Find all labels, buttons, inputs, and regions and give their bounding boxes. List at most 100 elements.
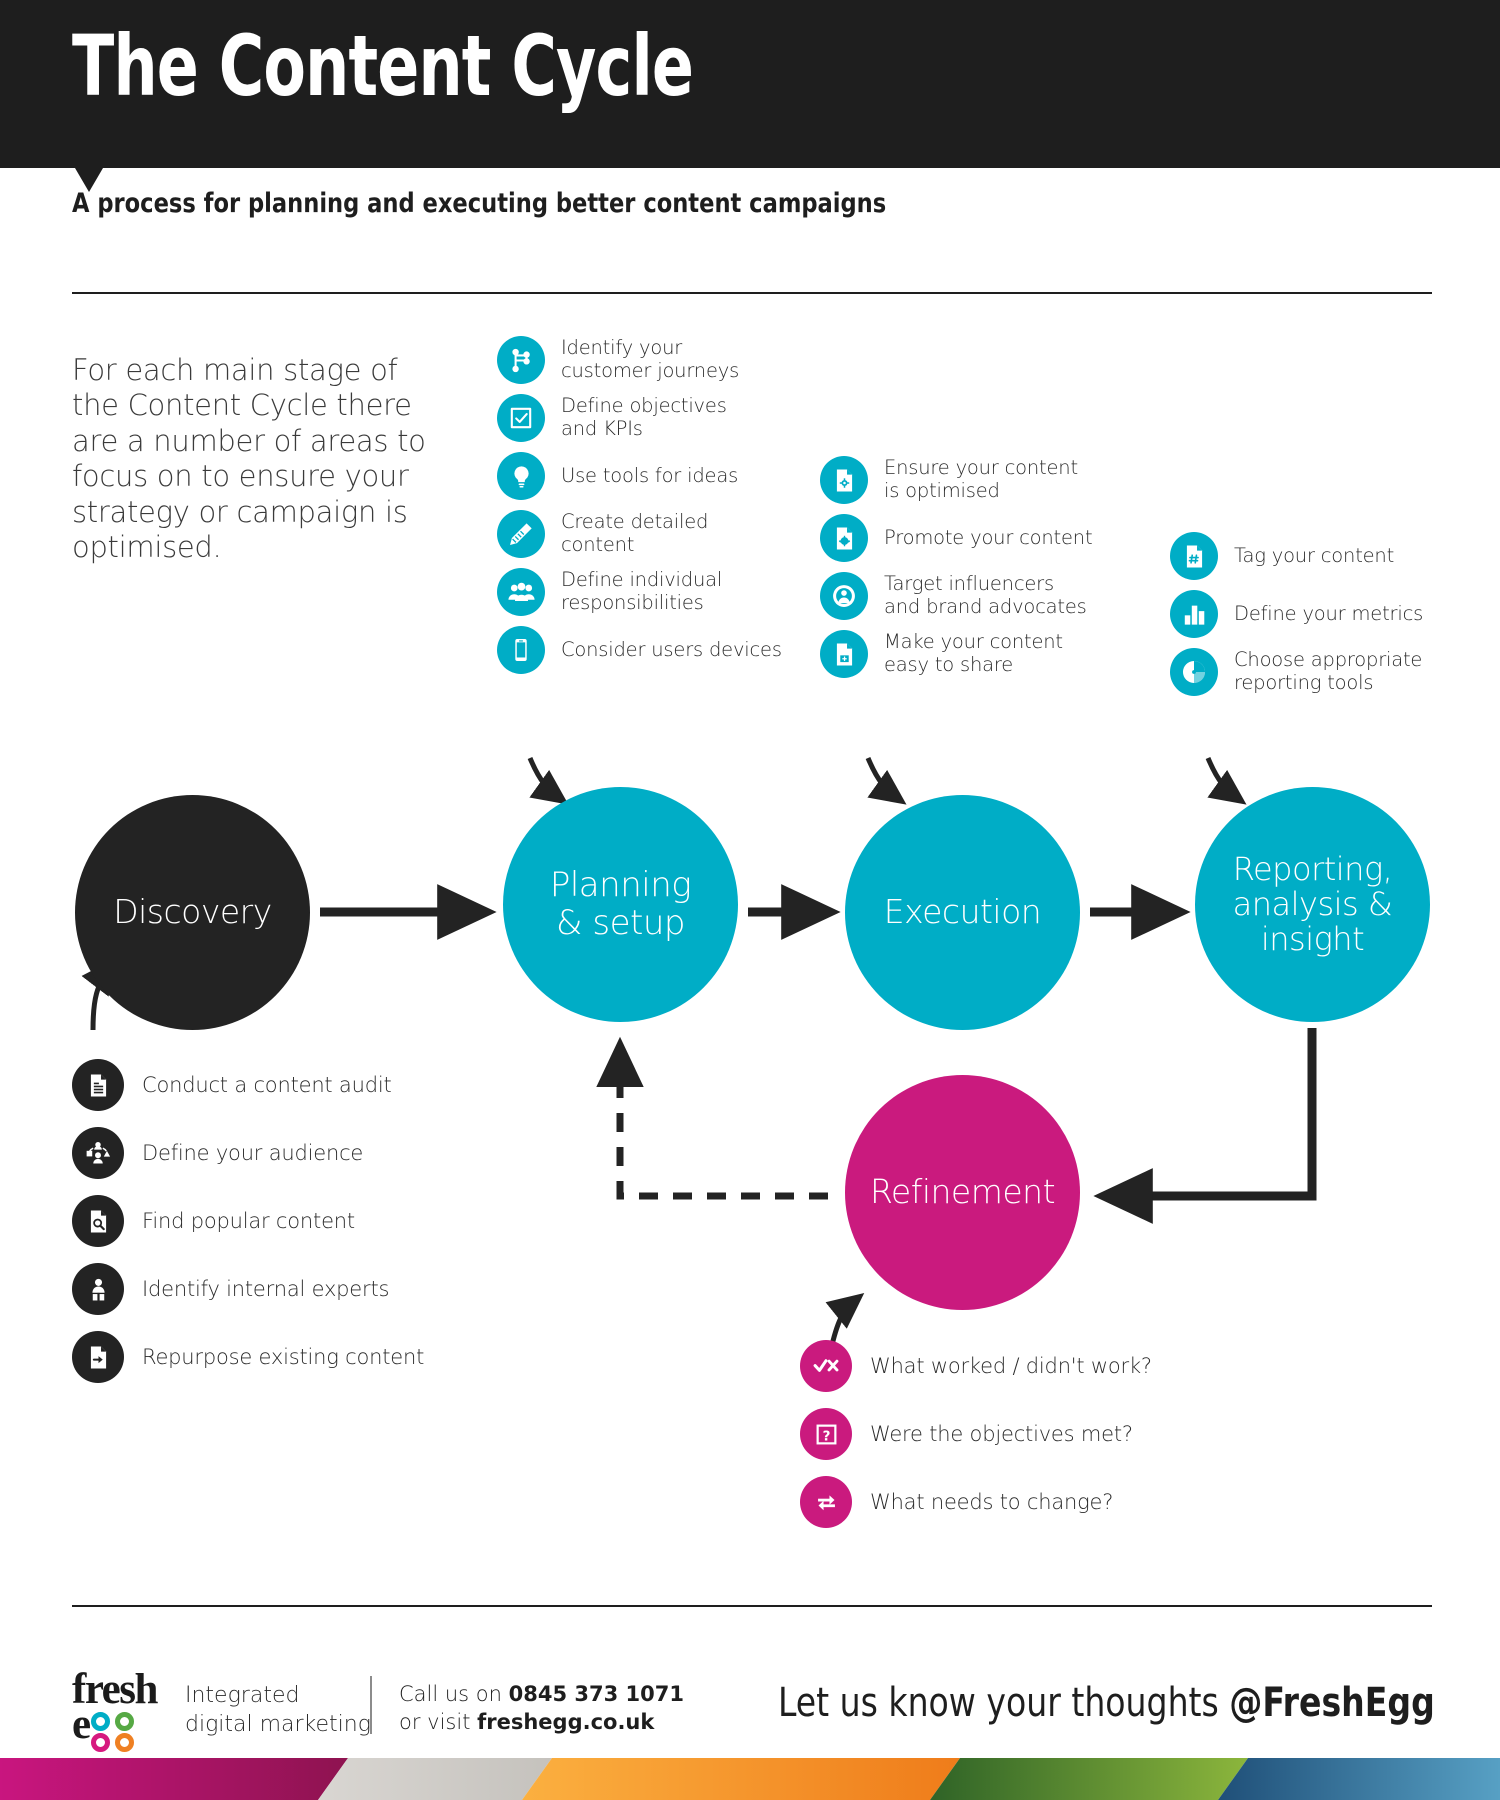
list-item-label: What worked / didn't work? bbox=[870, 1353, 1152, 1378]
pie-chart-icon bbox=[1170, 648, 1218, 696]
list-item[interactable]: Define your audience bbox=[72, 1127, 424, 1179]
footer-site-line: or visit freshegg.co.uk bbox=[399, 1708, 684, 1736]
logo-dot-green bbox=[115, 1712, 135, 1732]
list-item-label: Ensure your content is optimised bbox=[884, 456, 1078, 502]
icon-list-planning: Identify your customer journeys Define ob… bbox=[497, 336, 782, 684]
list-item-label: Define individual responsibilities bbox=[561, 568, 723, 614]
stage-circle-execution[interactable]: Execution bbox=[845, 795, 1080, 1030]
page-subtitle: A process for planning and executing bet… bbox=[72, 188, 887, 219]
logo-tagline: Integrated digital marketing bbox=[185, 1683, 371, 1737]
person-expert-icon bbox=[72, 1263, 124, 1315]
list-item-label: Repurpose existing content bbox=[142, 1344, 425, 1369]
audience-network-icon bbox=[72, 1127, 124, 1179]
list-item-label: Make your content easy to share bbox=[884, 630, 1063, 676]
icon-list-execution: Ensure your content is optimised Promote … bbox=[820, 456, 1093, 688]
checkbox-icon bbox=[497, 394, 545, 442]
list-item-label: Define objectives and KPIs bbox=[561, 394, 727, 440]
list-item[interactable]: Find popular content bbox=[72, 1195, 424, 1247]
document-search-icon bbox=[72, 1195, 124, 1247]
list-item[interactable]: Conduct a content audit bbox=[72, 1059, 424, 1111]
list-item[interactable]: Make your content easy to share bbox=[820, 630, 1092, 678]
list-item[interactable]: Consider users devices bbox=[497, 626, 782, 674]
call-us-label: Call us on bbox=[399, 1682, 509, 1706]
logo-letter-e: e bbox=[72, 1701, 91, 1749]
footer-color-bar bbox=[0, 1758, 1500, 1800]
list-item[interactable]: Tag your content bbox=[1170, 532, 1423, 580]
stage-circle-discovery[interactable]: Discovery bbox=[75, 795, 310, 1030]
list-item[interactable]: Identify internal experts bbox=[72, 1263, 424, 1315]
svg-text:?: ? bbox=[822, 1428, 830, 1444]
logo-dots bbox=[91, 1712, 137, 1753]
list-item[interactable]: Define objectives and KPIs bbox=[497, 394, 782, 442]
list-item[interactable]: What needs to change? bbox=[800, 1476, 1152, 1528]
target-person-icon bbox=[820, 572, 868, 620]
divider-top bbox=[72, 292, 1432, 294]
footer-contact: Call us on 0845 373 1071 or visit freshe… bbox=[399, 1680, 684, 1737]
document-lines-icon bbox=[72, 1059, 124, 1111]
icon-list-refinement: What worked / didn't work?? Were the obje… bbox=[800, 1340, 1152, 1544]
cta-text: Let us know your thoughts bbox=[778, 1680, 1230, 1726]
list-item-label: Promote your content bbox=[884, 525, 1093, 549]
list-item[interactable]: Use tools for ideas bbox=[497, 452, 782, 500]
question-box-icon: ? bbox=[800, 1408, 852, 1460]
footer-cta: Let us know your thoughts @FreshEgg bbox=[778, 1680, 1435, 1726]
lightbulb-icon bbox=[497, 452, 545, 500]
list-item[interactable]: Repurpose existing content bbox=[72, 1331, 424, 1383]
document-gear-icon bbox=[820, 456, 868, 504]
footer-phone-line: Call us on 0845 373 1071 bbox=[399, 1680, 684, 1708]
swap-arrows-icon bbox=[800, 1476, 852, 1528]
list-item-label: Identify internal experts bbox=[142, 1276, 390, 1301]
list-item[interactable]: Ensure your content is optimised bbox=[820, 456, 1092, 504]
phone-number[interactable]: 0845 373 1071 bbox=[509, 1682, 684, 1706]
list-item-label: Tag your content bbox=[1234, 543, 1395, 567]
mobile-device-icon bbox=[497, 626, 545, 674]
logo-dot-teal bbox=[91, 1712, 111, 1732]
stage-circle-planning[interactable]: Planning & setup bbox=[503, 787, 738, 1022]
document-hash-icon bbox=[1170, 532, 1218, 580]
list-item[interactable]: What worked / didn't work? bbox=[800, 1340, 1152, 1392]
list-item-label: Use tools for ideas bbox=[561, 463, 739, 487]
document-share-icon bbox=[820, 630, 868, 678]
list-item-label: Define your metrics bbox=[1234, 601, 1424, 625]
freshegg-logo[interactable]: fresh e bbox=[72, 1668, 158, 1753]
list-item[interactable]: Define individual responsibilities bbox=[497, 568, 782, 616]
list-item[interactable]: Identify your customer journeys bbox=[497, 336, 782, 384]
or-visit-label: or visit bbox=[399, 1710, 478, 1735]
people-group-icon bbox=[497, 568, 545, 616]
icon-list-discovery: Conduct a content audit Define your audie… bbox=[72, 1059, 424, 1399]
stage-circle-refinement[interactable]: Refinement bbox=[845, 1075, 1080, 1310]
list-item-label: Create detailed content bbox=[561, 510, 709, 556]
website-link[interactable]: freshegg.co.uk bbox=[477, 1710, 654, 1734]
list-item-label: Conduct a content audit bbox=[142, 1072, 392, 1097]
list-item-label: Choose appropriate reporting tools bbox=[1234, 648, 1423, 694]
intro-paragraph: For each main stage of the Content Cycle… bbox=[72, 353, 426, 564]
icon-list-reporting: Tag your content Define your metrics Choos… bbox=[1170, 532, 1423, 706]
footer-divider bbox=[370, 1676, 372, 1734]
list-item[interactable]: Create detailed content bbox=[497, 510, 782, 558]
list-item-label: Define your audience bbox=[142, 1140, 364, 1165]
list-item[interactable]: ? Were the objectives met? bbox=[800, 1408, 1152, 1460]
divider-bottom bbox=[72, 1605, 1432, 1607]
list-item[interactable]: Promote your content bbox=[820, 514, 1093, 562]
twitter-handle[interactable]: @FreshEgg bbox=[1229, 1680, 1434, 1726]
bar-chart-icon bbox=[1170, 590, 1218, 638]
list-item-label: Identify your customer journeys bbox=[561, 336, 740, 382]
check-cross-icon bbox=[800, 1340, 852, 1392]
list-item-label: Consider users devices bbox=[561, 637, 782, 661]
list-item[interactable]: Choose appropriate reporting tools bbox=[1170, 648, 1423, 696]
list-item-label: What needs to change? bbox=[870, 1489, 1114, 1514]
document-repurpose-icon bbox=[72, 1331, 124, 1383]
logo-dot-pink bbox=[91, 1733, 111, 1753]
infographic-page: The Content Cycle A process for planning… bbox=[0, 0, 1500, 1800]
list-item-label: Were the objectives met? bbox=[870, 1421, 1133, 1446]
list-item-label: Target influencers and brand advocates bbox=[884, 572, 1087, 618]
list-item-label: Find popular content bbox=[142, 1208, 355, 1233]
list-item[interactable]: Target influencers and brand advocates bbox=[820, 572, 1092, 620]
document-badge-icon bbox=[820, 514, 868, 562]
pencil-icon bbox=[497, 510, 545, 558]
list-item[interactable]: Define your metrics bbox=[1170, 590, 1423, 638]
logo-dot-orange bbox=[115, 1733, 135, 1753]
stage-circle-reporting[interactable]: Reporting, analysis & insight bbox=[1195, 787, 1430, 1022]
page-title: The Content Cycle bbox=[72, 17, 694, 115]
journey-map-icon bbox=[497, 336, 545, 384]
